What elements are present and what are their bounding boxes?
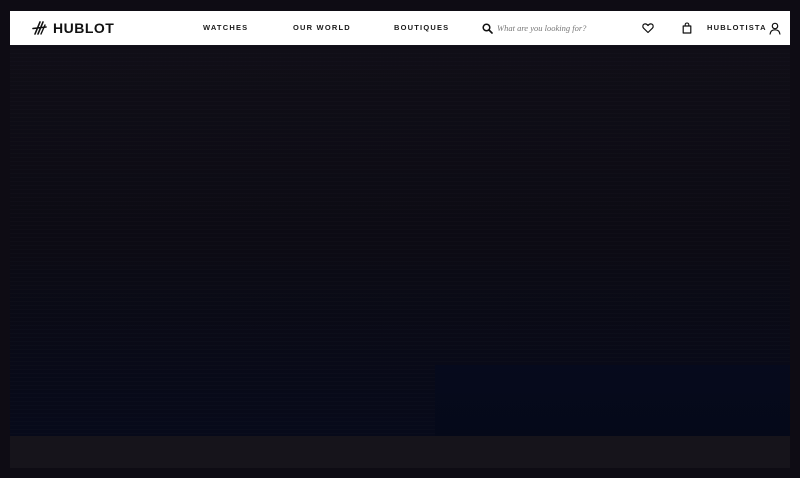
nav-item-watches[interactable]: WATCHES xyxy=(203,23,248,33)
account-label[interactable]: HUBLOTISTA xyxy=(707,23,767,33)
nav-item-boutiques[interactable]: BOUTIQUES xyxy=(394,23,449,33)
search-bar xyxy=(482,20,612,36)
nav-item-our-world[interactable]: OUR WORLD xyxy=(293,23,351,33)
hero-banner xyxy=(10,45,790,436)
hero-shadow-band xyxy=(435,365,790,436)
brand-logo[interactable]: HUBLOT xyxy=(32,19,114,37)
shopping-bag-icon[interactable] xyxy=(681,22,693,34)
search-icon[interactable] xyxy=(482,22,493,34)
search-input[interactable] xyxy=(497,21,607,35)
hublot-logo-icon xyxy=(32,21,47,35)
site-header: HUBLOT WATCHES OUR WORLD BOUTIQUES HUBLO… xyxy=(10,11,790,45)
page-frame: HUBLOT WATCHES OUR WORLD BOUTIQUES HUBLO… xyxy=(0,0,800,478)
heart-icon[interactable] xyxy=(642,22,654,34)
hero-bottom-strip xyxy=(10,436,790,468)
user-icon[interactable] xyxy=(769,22,781,35)
brand-name: HUBLOT xyxy=(53,20,115,36)
